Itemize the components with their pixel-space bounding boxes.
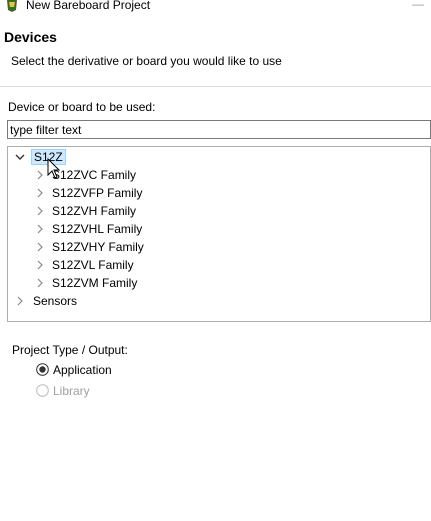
tree-node-sensors[interactable]: Sensors — [14, 292, 174, 310]
chevron-down-icon[interactable] — [15, 152, 25, 162]
tree-node-label: S12ZVH Family — [52, 204, 137, 218]
tree-node-s12zvh[interactable]: S12ZVH Family — [34, 202, 234, 220]
radio-library-label: Library — [53, 384, 90, 398]
chevron-right-icon[interactable] — [35, 242, 45, 252]
tree-node-label: S12ZVM Family — [52, 276, 138, 290]
tree-node-s12zvm[interactable]: S12ZVM Family — [34, 274, 234, 292]
tree-node-label: S12ZVFP Family — [52, 186, 143, 200]
radio-library — [36, 384, 49, 397]
tree-node-label: S12ZVHL Family — [52, 222, 143, 236]
tree-node-s12zvhy[interactable]: S12ZVHY Family — [34, 238, 234, 256]
radio-application-label[interactable]: Application — [53, 363, 112, 377]
page-title: Devices — [4, 29, 57, 45]
minimize-icon[interactable]: — — [412, 0, 424, 10]
chevron-right-icon[interactable] — [35, 260, 45, 270]
tree-node-s12z[interactable]: S12Z — [14, 148, 134, 166]
app-icon — [7, 0, 17, 12]
tree-node-label: Sensors — [33, 294, 78, 308]
tree-node-s12zvhl[interactable]: S12ZVHL Family — [34, 220, 234, 238]
device-label: Device or board to be used: — [8, 100, 156, 114]
tree-node-label: S12ZVL Family — [52, 258, 134, 272]
radio-application[interactable] — [36, 363, 49, 376]
chevron-right-icon[interactable] — [15, 296, 25, 306]
chevron-right-icon[interactable] — [35, 224, 45, 234]
page-description: Select the derivative or board you would… — [11, 54, 282, 68]
mouse-cursor-icon — [47, 158, 61, 179]
tree-node-s12zvc[interactable]: S12ZVC Family — [34, 166, 234, 184]
tree-node-label: S12ZVC Family — [52, 168, 137, 182]
chevron-right-icon[interactable] — [35, 170, 45, 180]
filter-input[interactable] — [7, 120, 431, 139]
wizard-header: Devices Select the derivative or board y… — [0, 16, 431, 87]
chevron-right-icon[interactable] — [35, 278, 45, 288]
tree-node-label: S12ZVHY Family — [52, 240, 144, 254]
device-tree[interactable]: S12Z S12ZVC Family S12ZVFP Family S12ZVH… — [7, 146, 431, 322]
title-bar: New Bareboard Project — — [0, 0, 431, 16]
tree-node-s12zvl[interactable]: S12ZVL Family — [34, 256, 234, 274]
window-title: New Bareboard Project — [26, 0, 151, 12]
tree-node-s12zvfp[interactable]: S12ZVFP Family — [34, 184, 234, 202]
project-type-label: Project Type / Output: — [12, 343, 128, 357]
chevron-right-icon[interactable] — [35, 188, 45, 198]
chevron-right-icon[interactable] — [35, 206, 45, 216]
